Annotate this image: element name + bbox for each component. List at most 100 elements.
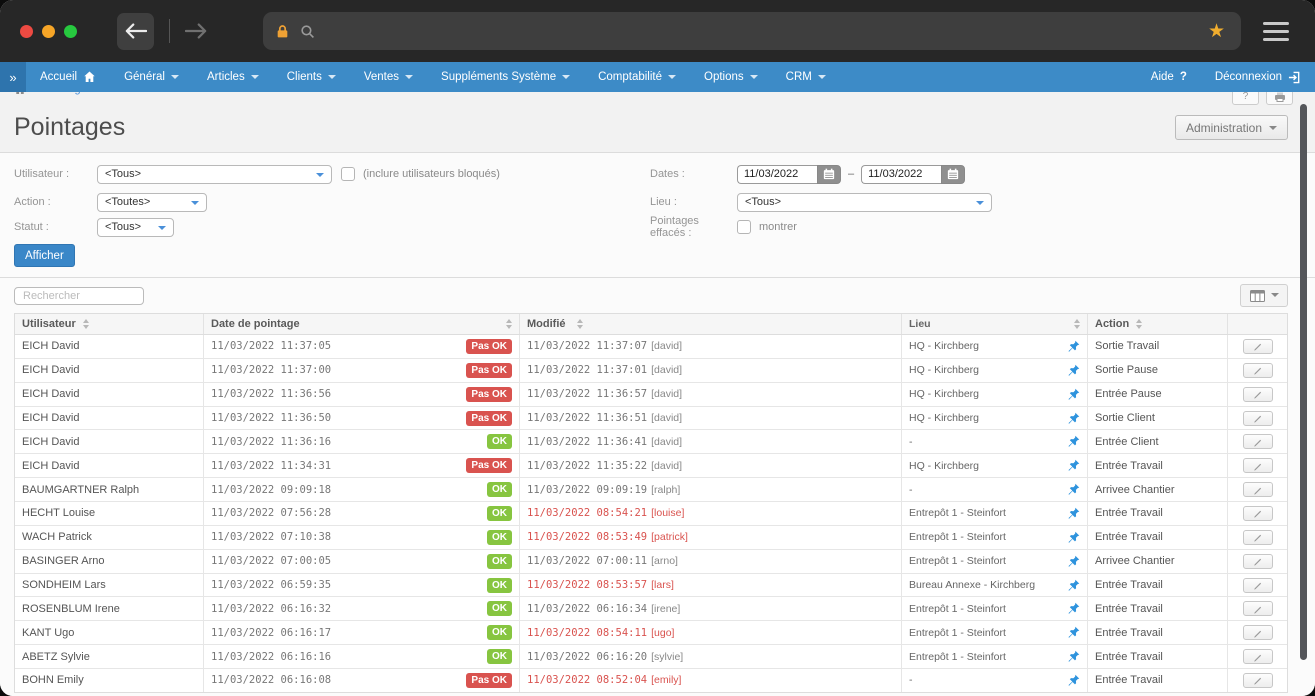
calendar-icon <box>823 168 835 180</box>
search-input[interactable] <box>14 287 144 305</box>
edit-button[interactable] <box>1243 554 1273 569</box>
date-from-calendar-button[interactable] <box>817 165 841 184</box>
menu-item-accueil[interactable]: Accueil <box>26 62 110 92</box>
edit-button[interactable] <box>1243 649 1273 664</box>
chevron-down-icon <box>1271 293 1279 301</box>
edit-button[interactable] <box>1243 458 1273 473</box>
table-row[interactable]: HECHT Louise 11/03/2022 07:56:28 OK 11/0… <box>15 502 1287 526</box>
edit-button[interactable] <box>1243 601 1273 616</box>
effaces-checkbox[interactable] <box>737 220 751 234</box>
minimize-window-button[interactable] <box>42 25 55 38</box>
column-header-action[interactable]: Action <box>1088 314 1228 334</box>
column-header-lieu[interactable]: Lieu <box>902 314 1088 334</box>
table-row[interactable]: ABETZ Sylvie 11/03/2022 06:16:16 OK 11/0… <box>15 645 1287 669</box>
date-to-input[interactable] <box>861 165 941 184</box>
edit-button[interactable] <box>1243 625 1273 640</box>
edit-button[interactable] <box>1243 506 1273 521</box>
edit-button[interactable] <box>1243 387 1273 402</box>
pin-icon[interactable] <box>1067 555 1080 568</box>
edit-button[interactable] <box>1243 339 1273 354</box>
edit-button[interactable] <box>1243 411 1273 426</box>
afficher-button[interactable]: Afficher <box>14 244 75 267</box>
menu-item-crm[interactable]: CRM <box>772 62 840 92</box>
edit-button[interactable] <box>1243 482 1273 497</box>
column-visibility-button[interactable] <box>1240 284 1288 307</box>
pin-icon[interactable] <box>1067 412 1080 425</box>
close-window-button[interactable] <box>20 25 33 38</box>
table-row[interactable]: EICH David 11/03/2022 11:36:16 OK 11/03/… <box>15 430 1287 454</box>
edit-button[interactable] <box>1243 578 1273 593</box>
edit-button[interactable] <box>1243 434 1273 449</box>
pin-icon[interactable] <box>1067 602 1080 615</box>
administration-button[interactable]: Administration <box>1175 115 1288 140</box>
browser-chrome: ★ <box>0 0 1315 62</box>
pin-icon[interactable] <box>1067 435 1080 448</box>
menu-item-articles[interactable]: Articles <box>193 62 273 92</box>
zoom-window-button[interactable] <box>64 25 77 38</box>
back-button[interactable] <box>117 13 154 50</box>
column-header-utilisateur[interactable]: Utilisateur <box>15 314 204 334</box>
pencil-icon <box>1253 437 1263 447</box>
table-row[interactable]: BOHN Emily 11/03/2022 06:16:08 Pas OK 11… <box>15 669 1287 692</box>
pin-icon[interactable] <box>1067 650 1080 663</box>
table-row[interactable]: EICH David 11/03/2022 11:37:00 Pas OK 11… <box>15 359 1287 383</box>
status-badge: Pas OK <box>466 339 512 354</box>
table-row[interactable]: EICH David 11/03/2022 11:37:05 Pas OK 11… <box>15 335 1287 359</box>
table-row[interactable]: SONDHEIM Lars 11/03/2022 06:59:35 OK 11/… <box>15 574 1287 598</box>
pin-icon[interactable] <box>1067 674 1080 687</box>
include-blocked-checkbox[interactable] <box>341 167 355 181</box>
action-select[interactable]: <Toutes> <box>97 193 207 212</box>
utilisateur-select[interactable]: <Tous> <box>97 165 332 184</box>
pin-icon[interactable] <box>1067 531 1080 544</box>
forward-button[interactable] <box>185 23 207 39</box>
column-header-modifie[interactable]: Modifié <box>520 314 902 334</box>
pin-icon[interactable] <box>1067 340 1080 353</box>
bookmark-star-icon[interactable]: ★ <box>1208 20 1225 43</box>
edit-button[interactable] <box>1243 363 1273 378</box>
pin-icon[interactable] <box>1067 459 1080 472</box>
menu-item-clients[interactable]: Clients <box>273 62 350 92</box>
sort-icon <box>506 319 512 329</box>
pin-icon[interactable] <box>1067 626 1080 639</box>
pin-icon[interactable] <box>1067 483 1080 496</box>
edit-button[interactable] <box>1243 530 1273 545</box>
info-icon: ? <box>1243 91 1249 102</box>
statut-label: Statut : <box>14 221 97 233</box>
date-from-input[interactable] <box>737 165 817 184</box>
forward-arrow-icon <box>185 23 207 39</box>
menubar-expand-button[interactable]: » <box>0 62 26 92</box>
table-row[interactable]: EICH David 11/03/2022 11:36:50 Pas OK 11… <box>15 407 1287 431</box>
menu-item-suppl-ments-syst-me[interactable]: Suppléments Système <box>427 62 584 92</box>
statut-select[interactable]: <Tous> <box>97 218 174 237</box>
table-row[interactable]: BAUMGARTNER Ralph 11/03/2022 09:09:18 OK… <box>15 478 1287 502</box>
scrollbar-thumb[interactable] <box>1300 104 1307 660</box>
pin-icon[interactable] <box>1067 507 1080 520</box>
chevron-down-icon <box>668 75 676 83</box>
table-row[interactable]: EICH David 11/03/2022 11:34:31 Pas OK 11… <box>15 454 1287 478</box>
browser-menu-icon[interactable] <box>1263 22 1289 41</box>
breadcrumb-current[interactable]: Pointages <box>43 92 92 95</box>
pin-icon[interactable] <box>1067 364 1080 377</box>
table-row[interactable]: WACH Patrick 11/03/2022 07:10:38 OK 11/0… <box>15 526 1287 550</box>
menu-item-deconnexion[interactable]: Déconnexion <box>1201 62 1315 92</box>
menu-item-g-n-ral[interactable]: Général <box>110 62 193 92</box>
cell-modifie: 11/03/2022 08:54:11 [ugo] <box>520 621 902 644</box>
column-header-date-pointage[interactable]: Date de pointage <box>204 314 520 334</box>
menu-item-aide[interactable]: Aide ? <box>1137 62 1201 92</box>
include-blocked-label: (inclure utilisateurs bloqués) <box>363 168 500 180</box>
pin-icon[interactable] <box>1067 388 1080 401</box>
date-to-calendar-button[interactable] <box>941 165 965 184</box>
table-row[interactable]: EICH David 11/03/2022 11:36:56 Pas OK 11… <box>15 383 1287 407</box>
table-row[interactable]: ROSENBLUM Irene 11/03/2022 06:16:32 OK 1… <box>15 597 1287 621</box>
menu-item-comptabilit-[interactable]: Comptabilité <box>584 62 690 92</box>
menu-item-ventes[interactable]: Ventes <box>350 62 427 92</box>
edit-button[interactable] <box>1243 673 1273 688</box>
address-bar[interactable]: ★ <box>263 12 1241 50</box>
pin-icon[interactable] <box>1067 579 1080 592</box>
lieu-select[interactable]: <Tous> <box>737 193 992 212</box>
table-row[interactable]: KANT Ugo 11/03/2022 06:16:17 OK 11/03/20… <box>15 621 1287 645</box>
table-row[interactable]: BASINGER Arno 11/03/2022 07:00:05 OK 11/… <box>15 550 1287 574</box>
home-breadcrumb-icon[interactable] <box>14 92 26 95</box>
lock-icon <box>275 24 290 39</box>
menu-item-options[interactable]: Options <box>690 62 772 92</box>
